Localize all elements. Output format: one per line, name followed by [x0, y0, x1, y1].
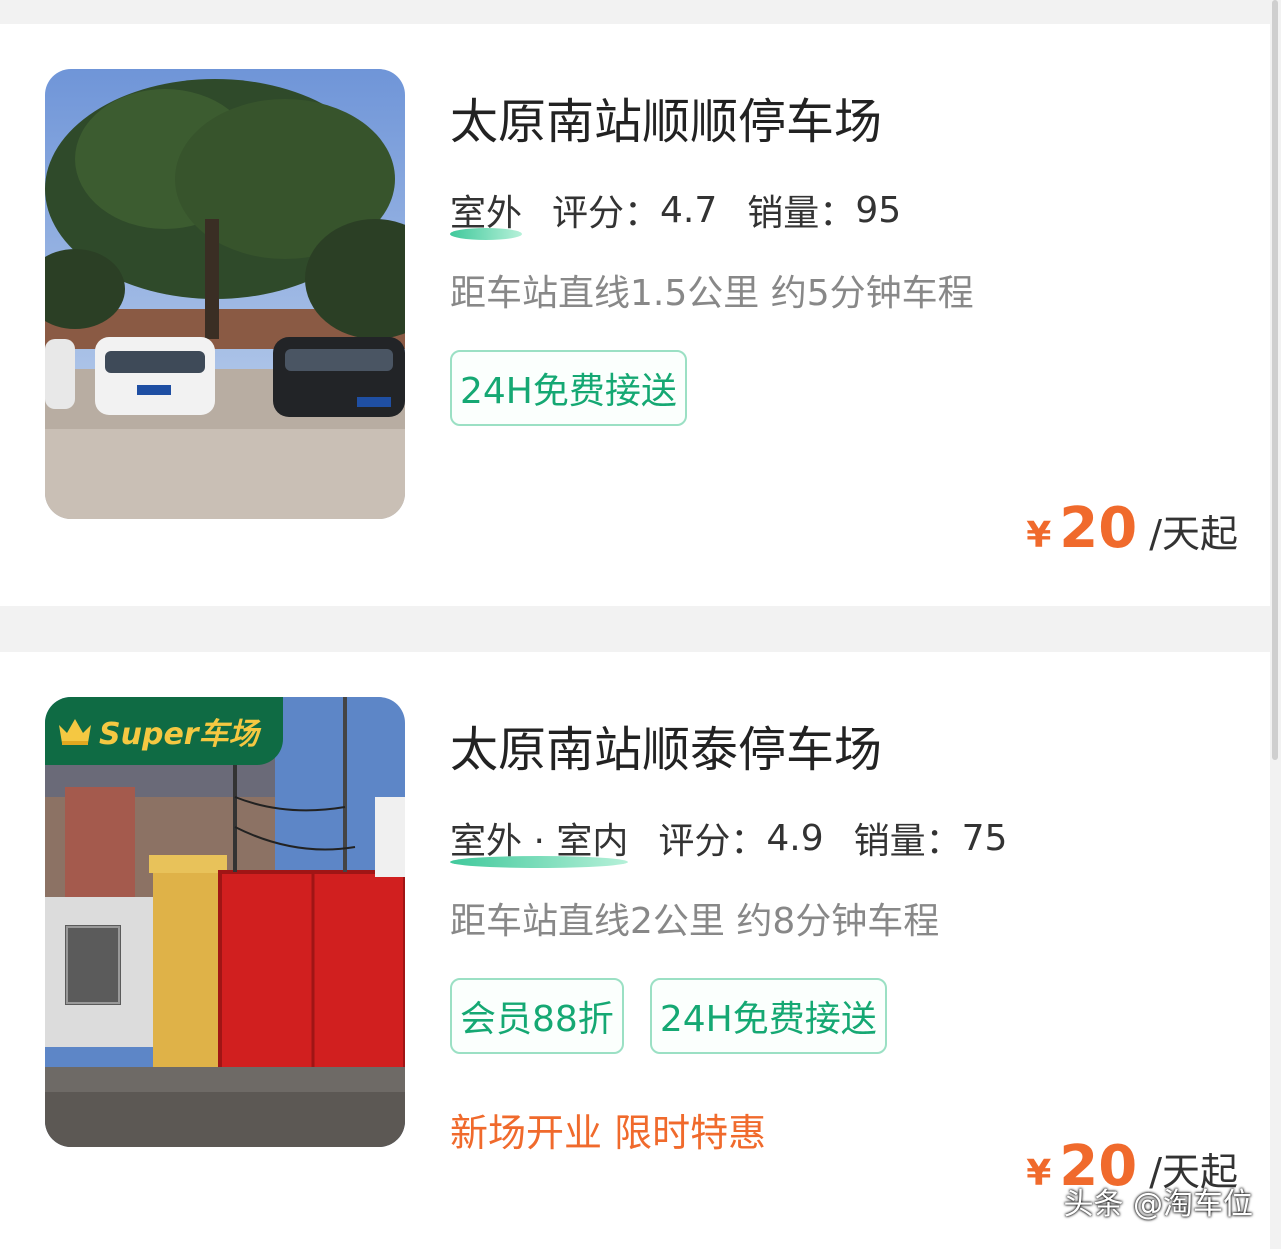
super-badge-label: Super车场: [99, 717, 259, 752]
parking-list-page: 太原南站顺顺停车场 室外 评分： 4.7 销量： 95 距车站直线1.5公里 约…: [0, 0, 1281, 1249]
sales-value: 75: [961, 817, 1008, 859]
distance-info: 距车站直线2公里 约8分钟车程: [450, 901, 940, 942]
currency-symbol: ¥: [1026, 515, 1052, 556]
parking-meta-row: 室外 评分： 4.7 销量： 95: [450, 184, 931, 240]
feature-tags: 会员88折 24H免费接送: [450, 978, 887, 1054]
rating-value: 4.9: [766, 817, 824, 859]
sales-label: 销量：: [853, 821, 962, 862]
parking-lot-photo[interactable]: [45, 69, 405, 519]
promo-text: 新场开业 限时特惠: [450, 1111, 767, 1155]
parking-listing-card[interactable]: Super车场 太原南站顺泰停车场 室外 · 室内 评分： 4.9 销量： 75…: [0, 652, 1270, 1249]
super-lot-badge: Super车场: [45, 697, 283, 765]
sales-value: 95: [855, 189, 902, 231]
feature-tags: 24H免费接送: [450, 350, 687, 426]
price-amount: 20: [1059, 496, 1138, 561]
parking-lot-name[interactable]: 太原南站顺泰停车场: [450, 710, 882, 780]
feature-tag: 24H免费接送: [450, 350, 687, 426]
parking-meta-row: 室外 · 室内 评分： 4.9 销量： 75: [450, 812, 1037, 868]
parking-type-tag: 室外: [450, 184, 552, 240]
rating-label: 评分：: [552, 193, 661, 234]
crown-icon: [59, 719, 91, 745]
watermark: 头条 @淘车位: [1063, 1187, 1253, 1222]
parking-type-tag: 室外 · 室内: [450, 812, 658, 868]
price-block: ¥ 20 /天起: [1026, 496, 1238, 561]
scrollbar[interactable]: [1272, 0, 1278, 760]
parking-listing-card[interactable]: 太原南站顺顺停车场 室外 评分： 4.7 销量： 95 距车站直线1.5公里 约…: [0, 24, 1270, 606]
feature-tag: 会员88折: [450, 978, 624, 1054]
feature-tag: 24H免费接送: [649, 978, 887, 1054]
parking-lot-name[interactable]: 太原南站顺顺停车场: [450, 82, 882, 152]
distance-info: 距车站直线1.5公里 约5分钟车程: [450, 273, 974, 314]
rating-value: 4.7: [660, 189, 718, 231]
price-unit: /天起: [1149, 512, 1238, 556]
parking-lot-photo[interactable]: Super车场: [45, 697, 405, 1147]
currency-symbol: ¥: [1026, 1153, 1052, 1194]
sales-label: 销量：: [747, 193, 856, 234]
rating-label: 评分：: [658, 821, 767, 862]
